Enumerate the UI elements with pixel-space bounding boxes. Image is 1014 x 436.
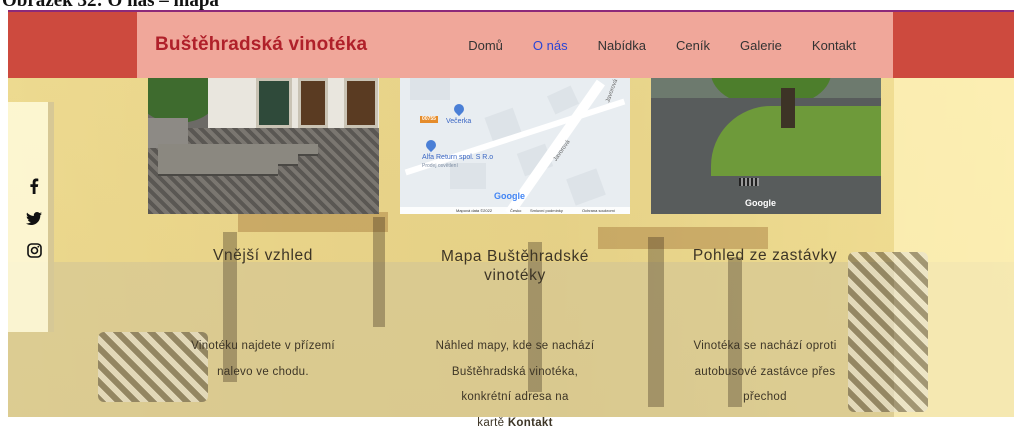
map-road-badge: 00755 [420,116,438,122]
facebook-icon[interactable] [24,176,44,196]
navbar: Buštěhradská vinotéka Domů O nás Nabídka… [137,12,893,78]
map-attr-2: Česko [510,208,521,213]
column-text: nalevo ve chodu. [143,360,383,386]
kontakt-link[interactable]: Kontakt [508,417,553,429]
column-exterior: Vnější vzhled Vinotéku najdete v přízemí… [143,246,383,385]
column-busstop: Pohled ze zastávky Vinotéka se nachází o… [645,246,885,411]
map-poi-sub: Prodej osvětlení [422,163,458,169]
streetview-google: Google [745,198,776,208]
column-text: Vinotéku najdete v přízemí [143,334,383,360]
twitter-icon[interactable] [24,208,44,228]
column-text: Náhled mapy, kde se nachází [395,334,635,360]
column-text: Buštěhradská vinotéka, [395,360,635,386]
nav-galerie[interactable]: Galerie [725,38,797,53]
column-map: Mapa Buštěhradskévinotéky Náhled mapy, k… [395,247,635,436]
column-text: Vinotéka se nachází oproti [645,334,885,360]
nav-kontakt[interactable]: Kontakt [797,38,871,53]
map-embed[interactable]: 00755 Večerka Alfa Return spol. S R.o Pr… [400,78,630,214]
exterior-photo [148,78,379,214]
map-poi-alfa: Alfa Return spol. S R.o [422,154,493,161]
column-title: Vnější vzhled [143,246,383,265]
column-title: Pohled ze zastávky [645,246,885,265]
social-links [24,176,44,272]
site-brand[interactable]: Buštěhradská vinotéka [155,34,367,56]
nav-cenik[interactable]: Ceník [661,38,725,53]
bus-stop-photo: Google [651,78,881,214]
column-text: autobusové zastávce přes [645,360,885,386]
map-attr-4[interactable]: Ochrana soukromí [582,208,615,213]
column-text: konkrétní adresa na [395,385,635,411]
column-text: přechod [645,385,885,411]
google-logo: Google [494,191,525,201]
map-attr-3[interactable]: Smluvní podmínky [530,208,563,213]
column-text: kartě Kontakt [395,411,635,436]
nav-o-nas[interactable]: O nás [518,38,583,53]
nav-nabidka[interactable]: Nabídka [583,38,661,53]
main-nav: Domů O nás Nabídka Ceník Galerie Kontakt [453,38,871,53]
figure-caption: Obrázek 32: O nás – mapa [0,0,219,11]
nav-domu[interactable]: Domů [453,38,518,53]
map-poi-vecerka: Večerka [446,118,471,125]
instagram-icon[interactable] [24,240,44,260]
map-attr-1: Mapová data ©2022 [456,208,492,213]
column-title: Mapa Buštěhradskévinotéky [395,247,635,285]
